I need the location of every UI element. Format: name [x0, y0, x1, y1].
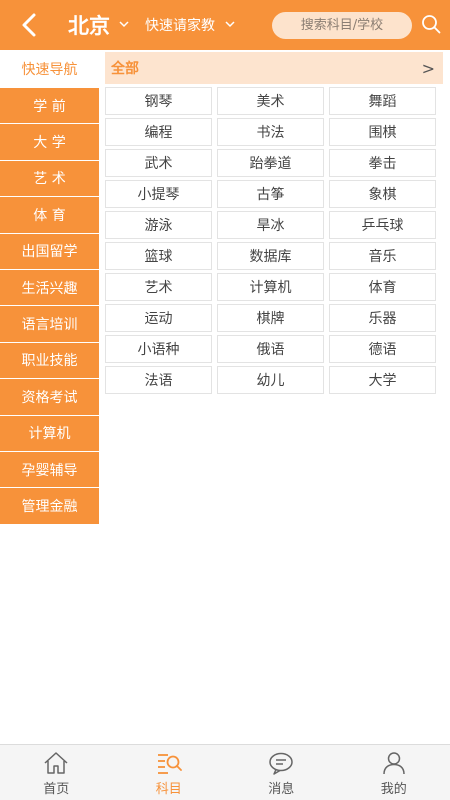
- subject-item[interactable]: 钢琴: [105, 87, 212, 115]
- subject-grid: 钢琴 美术 舞蹈编程 书法 围棋武术 跆拳道 拳击小提琴 古筝 象棋游泳 旱冰 乒乓球篮球 数据库 音乐…: [105, 87, 443, 394]
- subject-item[interactable]: 艺术: [105, 273, 212, 301]
- subject-item[interactable]: 象棋: [329, 180, 436, 208]
- tab-home[interactable]: 首页: [0, 745, 113, 800]
- subject-item[interactable]: 跆拳道: [217, 149, 324, 177]
- subject-item[interactable]: 运动: [105, 304, 212, 332]
- sidebar-item-certification[interactable]: 资格考试: [0, 379, 99, 416]
- subject-item[interactable]: 乒乓球: [329, 211, 436, 239]
- chevron-down-icon[interactable]: [118, 18, 130, 30]
- subject-item[interactable]: 古筝: [217, 180, 324, 208]
- all-subjects-bar[interactable]: 全部 >: [105, 52, 443, 84]
- subject-item[interactable]: 小语种: [105, 335, 212, 363]
- tab-messages-label: 消息: [268, 782, 295, 797]
- top-header: 北京 快速请家教: [0, 0, 450, 50]
- tab-subjects[interactable]: 科目: [113, 745, 226, 800]
- subject-item[interactable]: 美术: [217, 87, 324, 115]
- category-search-icon: [157, 754, 182, 774]
- subject-item[interactable]: 旱冰: [217, 211, 324, 239]
- sidebar-item-vocational[interactable]: 职业技能: [0, 342, 99, 380]
- sidebar-item-sports[interactable]: 体 育: [0, 197, 99, 234]
- subject-item[interactable]: 法语: [105, 366, 212, 394]
- all-subjects-label: 全部: [111, 61, 139, 77]
- chevron-down-icon[interactable]: [224, 18, 236, 30]
- sidebar-item-art[interactable]: 艺 术: [0, 160, 99, 198]
- subject-item[interactable]: 篮球: [105, 242, 212, 270]
- sidebar-item-preschool[interactable]: 学 前: [0, 88, 99, 125]
- search-icon[interactable]: [421, 14, 441, 34]
- chevron-right-icon: >: [421, 58, 435, 78]
- subject-item[interactable]: 拳击: [329, 149, 436, 177]
- back-arrow-icon[interactable]: [18, 12, 42, 38]
- home-icon: [44, 752, 68, 774]
- subject-item[interactable]: 幼儿: [217, 366, 324, 394]
- sidebar-item-language[interactable]: 语言培训: [0, 306, 99, 343]
- sidebar-item-quick-nav[interactable]: 快速导航: [0, 50, 99, 88]
- subject-item[interactable]: 计算机: [217, 273, 324, 301]
- sidebar-item-study-abroad[interactable]: 出国留学: [0, 233, 99, 270]
- subject-item[interactable]: 舞蹈: [329, 87, 436, 115]
- subject-item[interactable]: 大学: [329, 366, 436, 394]
- sidebar-item-finance[interactable]: 管理金融: [0, 488, 99, 525]
- bottom-tab-bar: 首页 科目 消息 我的: [0, 744, 450, 800]
- tab-subjects-label: 科目: [155, 782, 182, 797]
- subject-item[interactable]: 体育: [329, 273, 436, 301]
- subject-item[interactable]: 乐器: [329, 304, 436, 332]
- sidebar-item-hobbies[interactable]: 生活兴趣: [0, 269, 99, 307]
- subject-item[interactable]: 数据库: [217, 242, 324, 270]
- tab-profile[interactable]: 我的: [338, 745, 450, 800]
- category-sidebar: 快速导航 学 前 大 学 艺 术 体 育 出国留学 生活兴趣 语言培训 职业技能…: [0, 50, 99, 525]
- sidebar-item-computer[interactable]: 计算机: [0, 415, 99, 452]
- tab-home-label: 首页: [43, 782, 70, 797]
- sidebar-item-university[interactable]: 大 学: [0, 124, 99, 161]
- city-selector[interactable]: 北京: [68, 10, 110, 40]
- tab-messages[interactable]: 消息: [225, 745, 338, 800]
- subject-panel: 全部 > 钢琴 美术 舞蹈编程 书法 围棋武术 跆拳道 拳击小提琴 古筝 象棋游泳 旱冰 乒乓球篮球…: [105, 52, 443, 394]
- subject-item[interactable]: 棋牌: [217, 304, 324, 332]
- subject-item[interactable]: 游泳: [105, 211, 212, 239]
- mode-selector[interactable]: 快速请家教: [145, 15, 215, 35]
- user-icon: [383, 752, 405, 775]
- subject-item[interactable]: 德语: [329, 335, 436, 363]
- search-input[interactable]: [272, 12, 412, 39]
- message-icon: [269, 752, 293, 775]
- subject-item[interactable]: 围棋: [329, 118, 436, 146]
- subject-item[interactable]: 编程: [105, 118, 212, 146]
- subject-item[interactable]: 音乐: [329, 242, 436, 270]
- subject-item[interactable]: 武术: [105, 149, 212, 177]
- tab-profile-label: 我的: [380, 782, 407, 797]
- subject-item[interactable]: 书法: [217, 118, 324, 146]
- subject-item[interactable]: 小提琴: [105, 180, 212, 208]
- subject-item[interactable]: 俄语: [217, 335, 324, 363]
- sidebar-item-maternity[interactable]: 孕婴辅导: [0, 451, 99, 489]
